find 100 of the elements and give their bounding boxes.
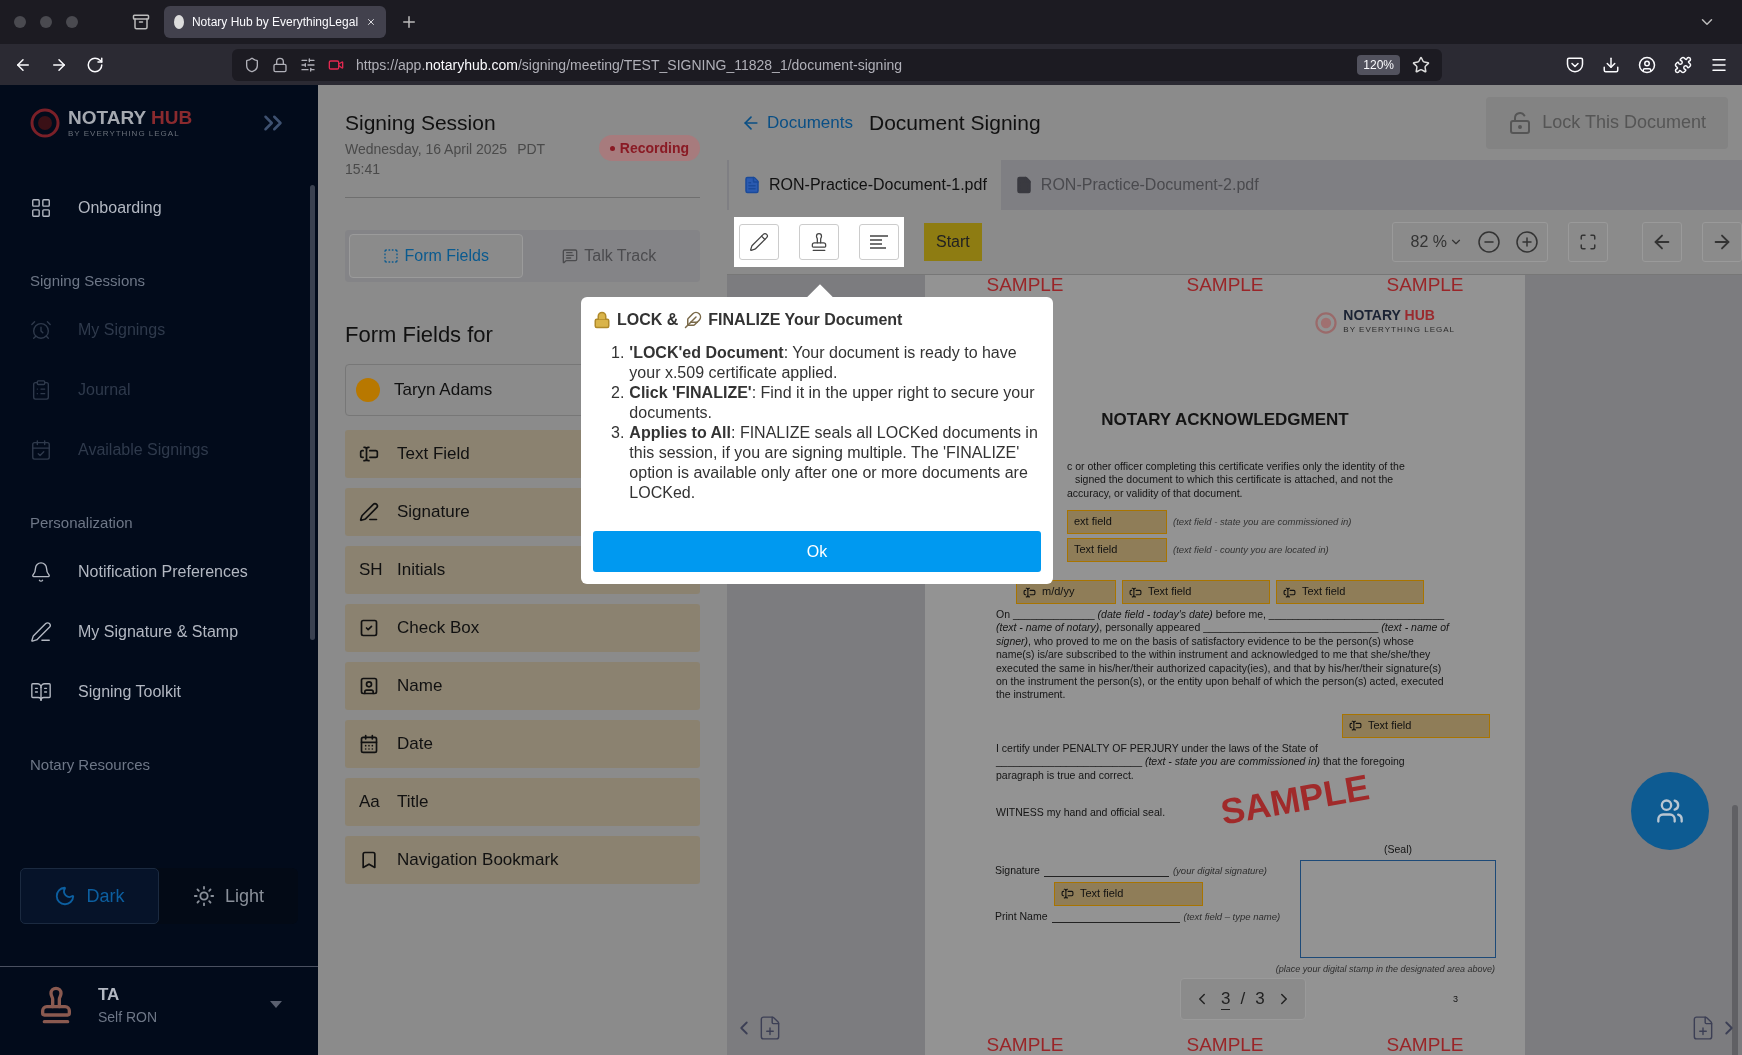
- popup-title: LOCK &: [617, 311, 679, 329]
- logo-text: NOTARY: [68, 107, 147, 128]
- person-frame-icon: [359, 676, 379, 696]
- page-separator: /: [1240, 989, 1246, 1009]
- sample-mark: SAMPLE: [986, 1035, 1064, 1055]
- logo-text: NOTARY: [1343, 307, 1402, 323]
- list-number: 1.: [611, 343, 625, 363]
- grid-icon: [30, 197, 52, 219]
- form-field[interactable]: m/d/yy: [1016, 580, 1116, 605]
- download-icon[interactable]: [1602, 55, 1620, 74]
- text-cursor-icon: [1349, 719, 1362, 733]
- back-link[interactable]: Documents: [741, 112, 853, 133]
- user-role: Self RON: [98, 1009, 159, 1025]
- section-title: Form Fields for: [345, 322, 493, 348]
- pen-icon: [359, 502, 379, 522]
- scrollbar-thumb[interactable]: [1732, 805, 1738, 1055]
- previous-button[interactable]: [1642, 222, 1682, 262]
- next-button[interactable]: [1702, 222, 1742, 262]
- sample-mark: SAMPLE: [986, 275, 1064, 295]
- pocket-icon[interactable]: [1566, 55, 1584, 74]
- session-timezone: PDT: [517, 140, 546, 159]
- page-number: 3: [1453, 993, 1458, 1006]
- section-heading: Notary Resources: [29, 755, 152, 775]
- sidebar-item[interactable]: Signing Toolkit: [0, 662, 318, 722]
- panel-tab[interactable]: Talk Track: [522, 234, 696, 278]
- extensions-icon[interactable]: [1674, 55, 1692, 74]
- current-page: 3: [1221, 988, 1231, 1010]
- tab-tray-icon[interactable]: [132, 13, 150, 31]
- shield-icon: [244, 56, 260, 73]
- field-hint: (text field - county you are located in): [1173, 543, 1329, 557]
- favicon-icon: [174, 15, 184, 29]
- frame-icon: [382, 248, 399, 264]
- address-bar[interactable]: https://app.notaryhub.com/signing/meeting/TEST_SIGNING_11828_1/document-signing 120%: [232, 48, 1442, 81]
- pencil-button[interactable]: [739, 224, 779, 260]
- bookmark-icon: [359, 850, 379, 870]
- new-tab-icon[interactable]: [400, 13, 418, 31]
- alarm-clock-icon: [30, 319, 52, 341]
- lock-icon: [593, 311, 611, 329]
- session-date: Wednesday, 16 April 2025: [345, 140, 508, 159]
- field-glyph: SH: [359, 560, 379, 580]
- unlocked-icon: [1508, 110, 1533, 135]
- ok-button[interactable]: Ok: [593, 531, 1041, 572]
- zoom-in-icon[interactable]: [1515, 230, 1539, 254]
- pencil-icon: [749, 232, 769, 252]
- document-text: accuracy, or validity of that document.: [1067, 486, 1243, 501]
- seal-area[interactable]: [1300, 860, 1496, 959]
- field-type-item[interactable]: Aa Title: [345, 778, 700, 826]
- print-name-label: Print Name: [995, 909, 1048, 924]
- form-field[interactable]: Text field: [1342, 713, 1490, 738]
- text-cursor-icon: [359, 444, 379, 464]
- lock-icon: [272, 56, 288, 73]
- text-cursor-icon: [1023, 585, 1036, 599]
- stamp-button[interactable]: [799, 224, 839, 260]
- lines-button[interactable]: [859, 224, 899, 260]
- book-icon: [30, 681, 52, 703]
- caret-icon[interactable]: [270, 1001, 282, 1009]
- form-field[interactable]: Text field: [1276, 580, 1424, 605]
- sidebar-item[interactable]: My Signature & Stamp: [0, 602, 318, 662]
- zoom-badge: 120%: [1357, 54, 1400, 75]
- text-cursor-icon: [1061, 887, 1074, 901]
- document-text: signed the document to which this certificate is attached, and not the: [1075, 473, 1394, 487]
- theme-toggle[interactable]: Dark: [20, 868, 159, 924]
- start-button[interactable]: Start: [924, 223, 982, 261]
- document-text: WITNESS my hand and official seal.: [996, 806, 1166, 820]
- field-type-item[interactable]: Date: [345, 720, 700, 768]
- text-cursor-icon: [1283, 585, 1296, 599]
- logo-tagline: BY EVERYTHING LEGAL: [68, 129, 181, 138]
- fullscreen-button[interactable]: [1568, 222, 1608, 262]
- form-field[interactable]: Text field: [1067, 538, 1167, 563]
- bookmark-star-icon[interactable]: [1412, 55, 1430, 74]
- field-type-item[interactable]: Name: [345, 662, 700, 710]
- browser-tab[interactable]: Notary Hub by EverythingLegal: [164, 6, 386, 38]
- zoom-out-icon[interactable]: [1477, 230, 1501, 254]
- sample-mark: SAMPLE: [1386, 275, 1464, 295]
- sidebar-item[interactable]: Notification Preferences: [0, 542, 318, 602]
- theme-toggle[interactable]: Light: [159, 868, 298, 924]
- list-number: 2.: [611, 383, 625, 403]
- lines-icon: [869, 234, 889, 250]
- stamp-icon: [809, 232, 829, 252]
- zoom-select[interactable]: 82 %: [1410, 233, 1463, 251]
- reload-icon[interactable]: [86, 55, 104, 74]
- form-field[interactable]: ext field: [1067, 510, 1167, 535]
- sidebar-item[interactable]: Onboarding: [0, 178, 318, 238]
- sample-mark: SAMPLE: [1186, 275, 1264, 295]
- form-field[interactable]: Text field: [1054, 881, 1203, 906]
- chat-icon: [562, 248, 579, 264]
- field-type-item[interactable]: Navigation Bookmark: [345, 836, 700, 884]
- quill-icon: [684, 311, 703, 329]
- people-icon: [1656, 797, 1684, 825]
- scrollbar-thumb[interactable]: [310, 185, 315, 640]
- file-icon: [743, 176, 761, 194]
- logo-text: HUB: [151, 107, 193, 128]
- field-type-item[interactable]: Check Box: [345, 604, 700, 652]
- tab-title: Notary Hub by EverythingLegal: [191, 15, 359, 29]
- account-icon[interactable]: [1638, 55, 1656, 74]
- document-tab[interactable]: RON-Practice-Document-1.pdf: [729, 160, 1001, 210]
- form-field[interactable]: Text field: [1122, 580, 1270, 605]
- logo-text: HUB: [1404, 307, 1435, 323]
- document-heading: NOTARY ACKNOWLEDGMENT: [1101, 409, 1349, 430]
- logo-icon: [30, 107, 60, 138]
